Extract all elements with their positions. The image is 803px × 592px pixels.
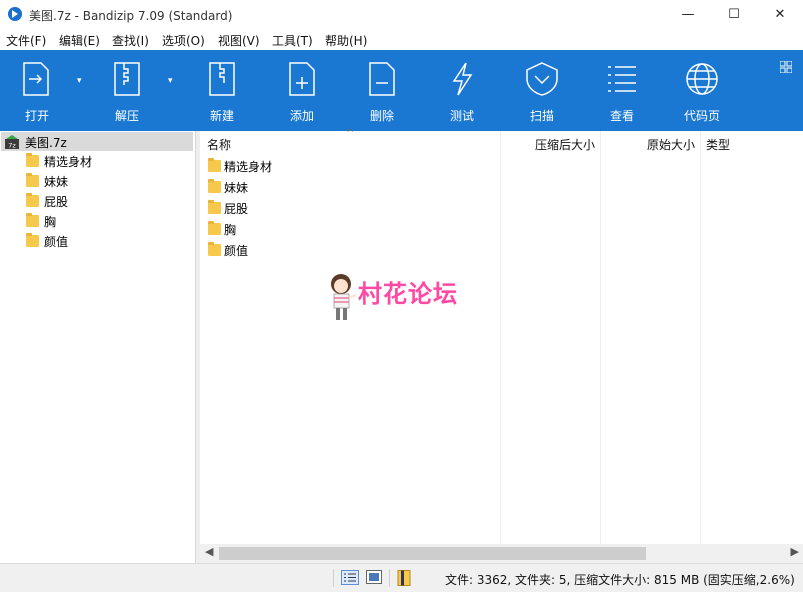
tree-item-label: 颜值	[44, 235, 69, 249]
new-archive-label: 新建	[209, 109, 234, 123]
preview-view-icon[interactable]	[366, 570, 382, 584]
scrollbar-thumb[interactable]	[219, 547, 646, 560]
delete-button[interactable]: 删除	[357, 50, 407, 131]
tree-root-label: 美图.7z	[25, 136, 67, 150]
status-divider	[389, 569, 390, 587]
file-row[interactable]: 胸	[206, 219, 496, 240]
file-name: 胸	[224, 223, 237, 237]
menu-find[interactable]: 查找(I)	[112, 32, 149, 49]
menu-edit[interactable]: 编辑(E)	[59, 32, 100, 49]
scroll-left-icon[interactable]: ◀	[205, 545, 213, 558]
extract-label: 解压	[114, 109, 139, 123]
add-label: 添加	[289, 109, 314, 123]
scan-button[interactable]: 扫描	[517, 50, 567, 131]
folder-icon	[26, 153, 39, 167]
status-divider	[333, 569, 334, 587]
delete-label: 删除	[369, 109, 394, 123]
horizontal-scrollbar[interactable]: ◀ ▶	[200, 544, 803, 563]
folder-tree-pane: 7z 美图.7z 精选身材 妹妹 屁股 胸 颜值	[0, 131, 196, 563]
shield-icon	[526, 62, 558, 96]
folder-icon	[26, 213, 39, 227]
title-bar: 美图.7z - Bandizip 7.09 (Standard) — ☐ ✕	[0, 0, 803, 29]
scroll-right-icon[interactable]: ▶	[791, 545, 799, 558]
test-label: 测试	[449, 109, 474, 123]
column-divider[interactable]	[500, 131, 501, 544]
codepage-button[interactable]: 代码页	[677, 50, 727, 131]
archive-book-icon	[397, 570, 411, 586]
column-header-packed-size[interactable]: 压缩后大小	[500, 131, 600, 155]
column-divider[interactable]	[600, 131, 601, 544]
watermark-text: 村花论坛	[358, 280, 458, 308]
7z-archive-icon: 7z	[5, 135, 19, 150]
test-button[interactable]: 测试	[437, 50, 487, 131]
folder-icon	[208, 242, 221, 256]
menu-options[interactable]: 选项(O)	[162, 32, 205, 49]
folder-icon	[26, 233, 39, 247]
column-header-type[interactable]: 类型	[700, 131, 803, 155]
menu-help[interactable]: 帮助(H)	[325, 32, 367, 49]
column-header-name[interactable]: 名称 ^	[200, 128, 500, 155]
view-label: 查看	[609, 109, 634, 123]
layout-grid-icon[interactable]	[780, 61, 792, 73]
tree-item-label: 屁股	[44, 195, 69, 209]
menu-file[interactable]: 文件(F)	[6, 32, 46, 49]
sort-ascending-icon: ^	[346, 128, 355, 139]
close-button[interactable]: ✕	[757, 0, 803, 29]
file-name: 颜值	[224, 244, 249, 258]
file-row[interactable]: 屁股	[206, 198, 496, 219]
maximize-button[interactable]: ☐	[711, 0, 757, 29]
add-file-icon	[289, 62, 315, 96]
minimize-button[interactable]: —	[665, 0, 711, 29]
file-list-pane: 名称 ^ 压缩后大小 原始大小 类型 精选身材 妹妹 屁股 胸 颜值	[200, 128, 803, 544]
codepage-label: 代码页	[683, 109, 720, 123]
file-row[interactable]: 精选身材	[206, 156, 496, 177]
watermark: 村花论坛	[327, 270, 487, 325]
open-dropdown-icon[interactable]: ▾	[77, 76, 82, 86]
file-row[interactable]: 颜值	[206, 240, 496, 261]
status-text: 文件: 3362, 文件夹: 5, 压缩文件大小: 815 MB (固实压缩,2…	[445, 573, 795, 587]
folder-icon	[208, 179, 221, 193]
extract-dropdown-icon[interactable]: ▾	[168, 76, 173, 86]
tree-item-label: 精选身材	[44, 155, 93, 169]
status-bar: 文件: 3362, 文件夹: 5, 压缩文件大小: 815 MB (固实压缩,2…	[0, 563, 803, 592]
svg-text:7z: 7z	[8, 142, 16, 150]
extract-icon	[114, 62, 140, 96]
globe-icon	[686, 63, 718, 95]
tree-item-label: 胸	[44, 215, 57, 229]
lightning-icon	[452, 62, 473, 96]
details-view-icon[interactable]	[341, 570, 359, 585]
open-button[interactable]: 打开	[12, 50, 62, 131]
file-name: 屁股	[224, 202, 249, 216]
scan-label: 扫描	[529, 109, 554, 123]
new-archive-button[interactable]: 新建	[197, 50, 247, 131]
folder-icon	[26, 173, 39, 187]
window-title: 美图.7z - Bandizip 7.09 (Standard)	[29, 9, 233, 23]
toolbar: 打开 ▾ 解压 ▾ 新建 添加 删除 测试 扫描 查看 代码页	[0, 50, 803, 131]
folder-icon	[208, 221, 221, 235]
menu-tools[interactable]: 工具(T)	[272, 32, 313, 49]
add-button[interactable]: 添加	[277, 50, 327, 131]
menu-view[interactable]: 视图(V)	[218, 32, 260, 49]
list-icon	[608, 66, 636, 92]
file-row[interactable]: 妹妹	[206, 177, 496, 198]
menu-bar: 文件(F) 编辑(E) 查找(I) 选项(O) 视图(V) 工具(T) 帮助(H…	[0, 29, 803, 50]
tree-root-archive[interactable]: 7z 美图.7z	[1, 132, 193, 151]
bandizip-app-icon	[8, 7, 22, 21]
cartoon-girl-icon	[331, 274, 357, 320]
file-name: 精选身材	[224, 160, 273, 174]
column-header-original-size[interactable]: 原始大小	[600, 131, 700, 155]
view-button[interactable]: 查看	[597, 50, 647, 131]
new-archive-icon	[209, 62, 235, 96]
extract-button[interactable]: 解压	[102, 50, 152, 131]
open-icon	[23, 62, 49, 96]
file-name: 妹妹	[224, 181, 249, 195]
tree-item-label: 妹妹	[44, 175, 69, 189]
delete-file-icon	[369, 62, 395, 96]
open-label: 打开	[24, 109, 49, 123]
folder-icon	[208, 158, 221, 172]
folder-icon	[208, 200, 221, 214]
folder-icon	[26, 193, 39, 207]
column-divider[interactable]	[700, 131, 701, 544]
